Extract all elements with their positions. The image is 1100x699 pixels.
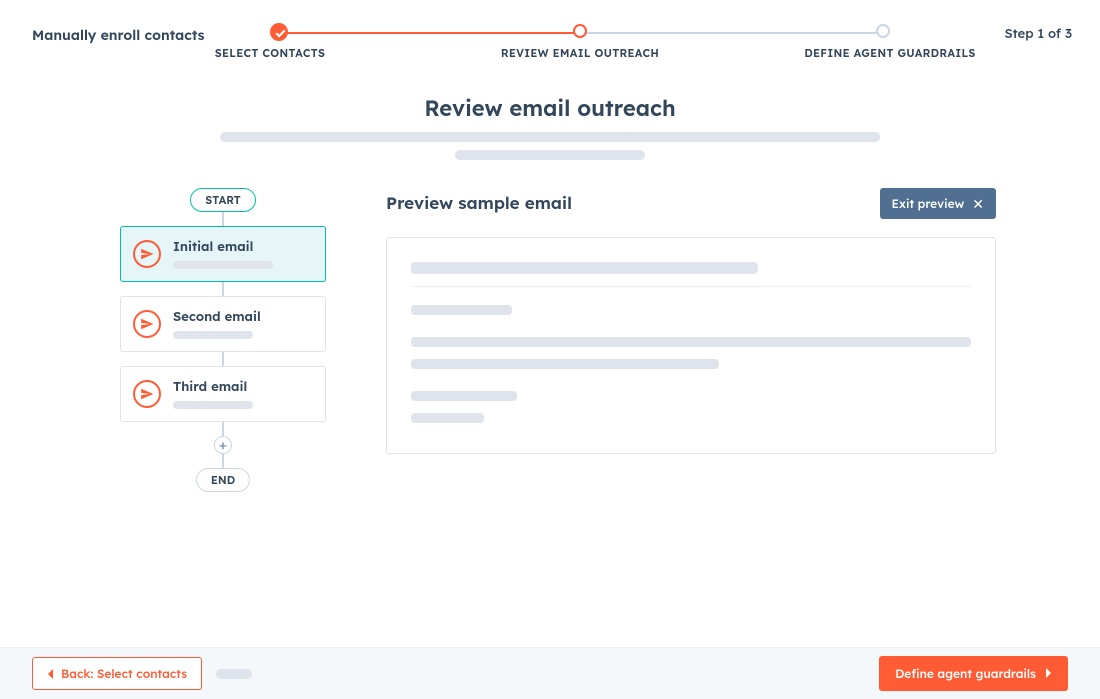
- flow-connector: [222, 454, 224, 468]
- wizard-title: Manually enroll contacts: [32, 26, 205, 44]
- flow-step-label: Third email: [173, 379, 313, 395]
- paper-plane-icon: [133, 310, 161, 338]
- stepper-label-3: DEFINE AGENT GUARDRAILS: [804, 46, 975, 60]
- flow-step-label: Second email: [173, 309, 313, 325]
- chevron-right-icon: [1044, 666, 1052, 681]
- close-icon: ✕: [972, 197, 984, 211]
- paper-plane-icon: [133, 380, 161, 408]
- add-step-button[interactable]: +: [214, 436, 232, 454]
- stepper-labels: SELECT CONTACTS REVIEW EMAIL OUTREACH DE…: [270, 46, 890, 62]
- flow-step-second-email[interactable]: Second email: [120, 296, 326, 352]
- flow-connector: [222, 282, 224, 296]
- flow-step-third-email[interactable]: Third email: [120, 366, 326, 422]
- flow-connector: [222, 212, 224, 226]
- flow-end-pill: END: [196, 468, 250, 492]
- flow-start-pill: START: [190, 188, 255, 212]
- stepper-node-3[interactable]: [876, 24, 890, 38]
- stepper-node-1[interactable]: [270, 23, 288, 41]
- sequence-flow: START Initial email Second email: [94, 188, 352, 492]
- flow-step-placeholder: [173, 401, 253, 409]
- flow-step-label: Initial email: [173, 239, 313, 255]
- flow-connector: [222, 422, 224, 436]
- main-content: Review email outreach START Initial emai…: [0, 80, 1100, 647]
- email-preview-card: [386, 237, 996, 454]
- email-body-placeholder: [411, 305, 512, 315]
- back-button[interactable]: Back: Select contacts: [32, 657, 202, 690]
- wizard-header: Manually enroll contacts Step 1 of 3 SEL…: [0, 0, 1100, 60]
- flow-step-placeholder: [173, 331, 253, 339]
- exit-preview-button[interactable]: Exit preview ✕: [880, 188, 996, 219]
- email-body-placeholder: [411, 391, 517, 401]
- email-preview-panel: Preview sample email Exit preview ✕: [386, 188, 996, 492]
- back-button-label: Back: Select contacts: [61, 666, 187, 681]
- stepper-track-fill: [278, 32, 576, 34]
- email-body-placeholder: [411, 413, 484, 423]
- subtitle-placeholder: [220, 132, 880, 142]
- email-subject-placeholder: [411, 262, 758, 274]
- exit-preview-label: Exit preview: [892, 196, 965, 211]
- page-title: Review email outreach: [32, 94, 1068, 122]
- chevron-left-icon: [47, 666, 55, 681]
- wizard-footer: Back: Select contacts Define agent guard…: [0, 647, 1100, 699]
- email-body-placeholder: [411, 359, 719, 369]
- stepper-label-1: SELECT CONTACTS: [215, 46, 325, 60]
- divider: [411, 286, 971, 287]
- step-counter: Step 1 of 3: [1005, 26, 1072, 42]
- flow-step-initial-email[interactable]: Initial email: [120, 226, 326, 282]
- stepper-node-2[interactable]: [573, 24, 587, 38]
- stepper-label-2: REVIEW EMAIL OUTREACH: [501, 46, 659, 60]
- flow-connector: [222, 352, 224, 366]
- subtitle-placeholder: [455, 150, 645, 160]
- next-button-label: Define agent guardrails: [895, 666, 1036, 681]
- next-button[interactable]: Define agent guardrails: [879, 656, 1068, 691]
- flow-step-placeholder: [173, 261, 273, 269]
- footer-placeholder: [216, 669, 252, 679]
- email-body-placeholder: [411, 337, 971, 347]
- paper-plane-icon: [133, 240, 161, 268]
- preview-title: Preview sample email: [386, 193, 572, 214]
